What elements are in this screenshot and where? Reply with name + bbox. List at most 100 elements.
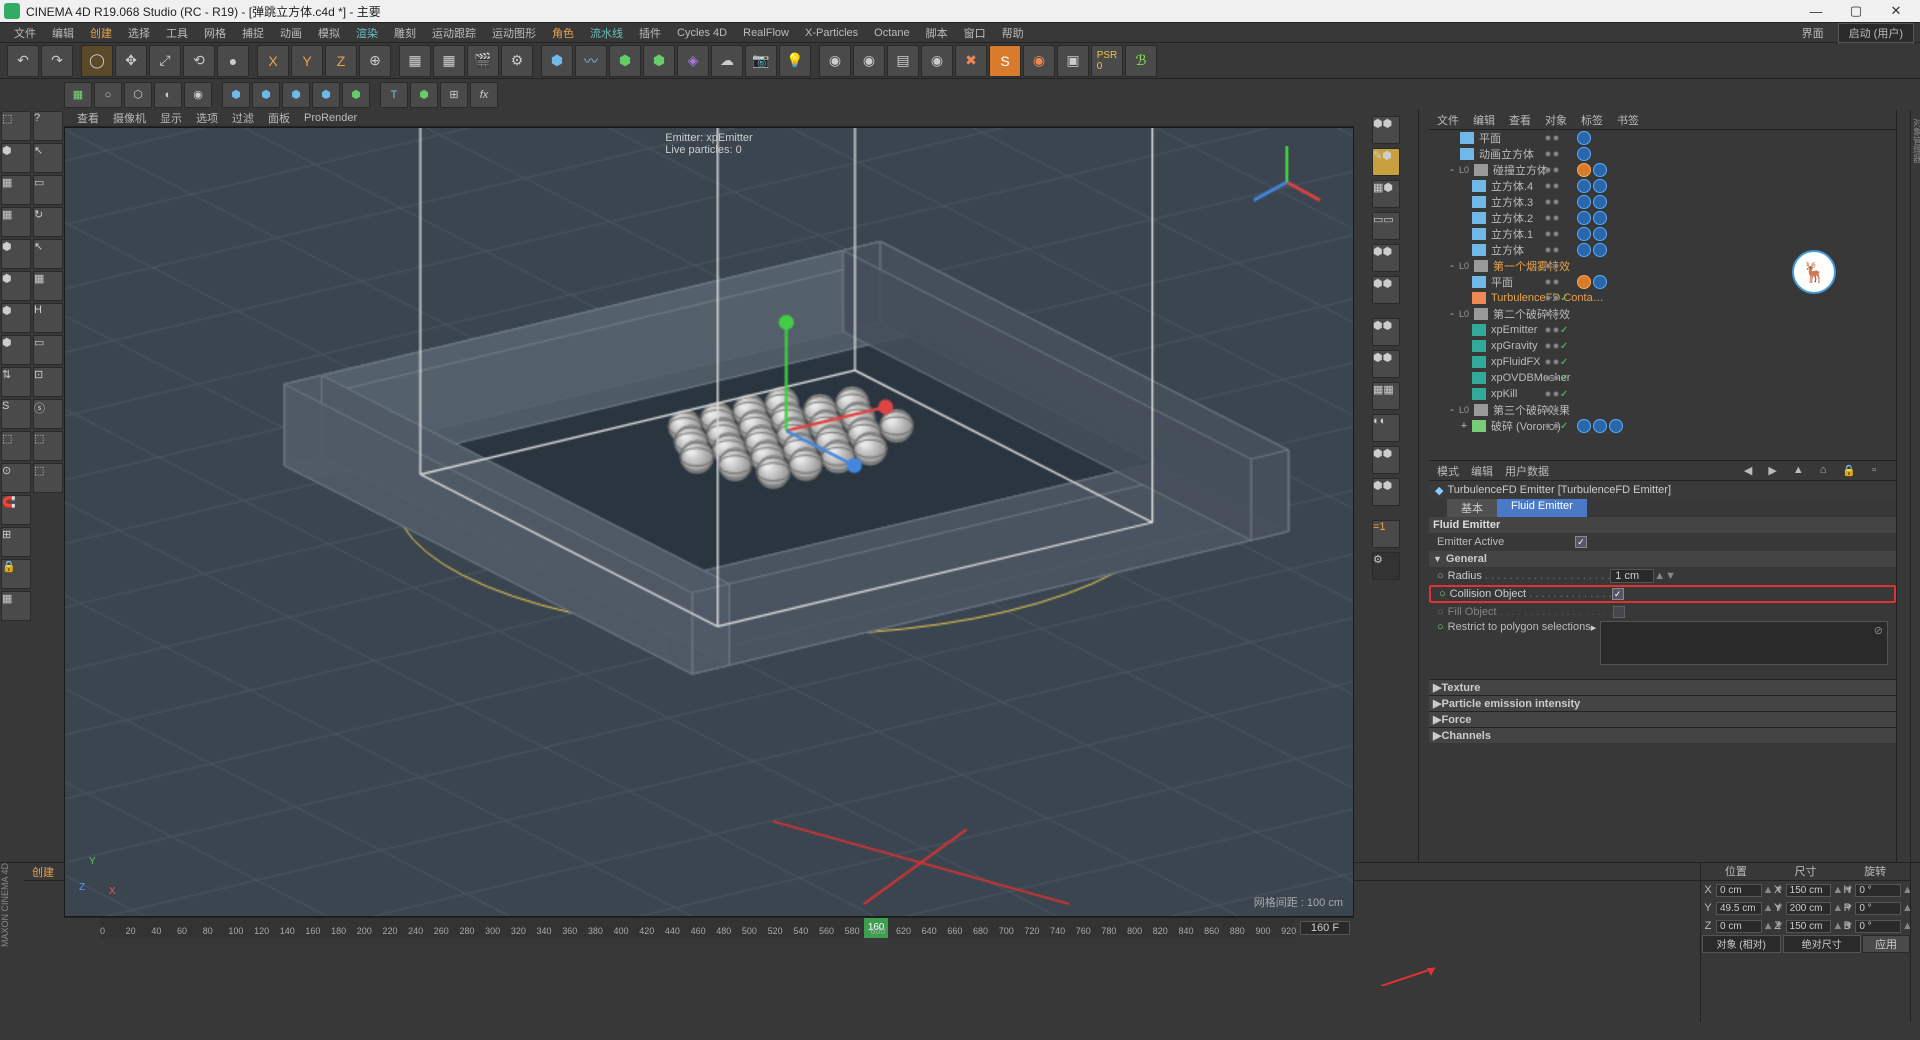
layout-dropdown[interactable]: 启动 (用户) — [1838, 23, 1914, 43]
object-tags[interactable] — [1577, 179, 1607, 193]
attr-nav-up-icon[interactable]: ▲ — [1793, 464, 1804, 477]
menu-动画[interactable]: 动画 — [272, 25, 310, 41]
visibility-dots[interactable] — [1544, 167, 1560, 173]
left-tool[interactable]: ⇅ — [1, 367, 31, 397]
visibility-dots[interactable]: ✓ — [1544, 325, 1568, 336]
menu-编辑[interactable]: 编辑 — [44, 25, 82, 41]
visibility-dots[interactable]: ✓ — [1544, 293, 1568, 304]
hierarchy-row[interactable]: -L0第三个破碎效果 — [1429, 402, 1896, 418]
coord-size-dropdown[interactable]: 绝对尺寸 — [1783, 935, 1862, 953]
left-tool[interactable]: ? — [33, 111, 63, 141]
hierarchy-row[interactable]: xpOVDBMesher✓ — [1429, 370, 1896, 386]
panel-scrollbar[interactable] — [1896, 110, 1910, 862]
restrict-arrow-icon[interactable]: ▸ — [1591, 621, 1597, 634]
right-tool[interactable]: ⬢⬢ — [1372, 446, 1400, 474]
left-tool[interactable]: ⬢ — [1, 335, 31, 365]
menu-雕刻[interactable]: 雕刻 — [386, 25, 424, 41]
menu-选择[interactable]: 选择 — [120, 25, 158, 41]
visibility-dots[interactable] — [1544, 151, 1560, 157]
hierarchy-row[interactable]: 立方体.4 — [1429, 178, 1896, 194]
attr-new-icon[interactable]: ▫ — [1872, 464, 1876, 477]
select-tool[interactable]: ◯ — [81, 45, 113, 77]
render-pv-button[interactable]: 🎬 — [467, 45, 499, 77]
mograph-tool-1[interactable]: ▦ — [64, 82, 92, 108]
environment-button[interactable]: ☁ — [711, 45, 743, 77]
hierarchy-row[interactable]: 动画立方体 — [1429, 146, 1896, 162]
hierarchy-row[interactable]: xpFluidFX✓ — [1429, 354, 1896, 370]
scale-tool[interactable]: ⤢ — [149, 45, 181, 77]
hierarchy-row[interactable]: 立方体.3 — [1429, 194, 1896, 210]
generator2-button[interactable]: ⬢ — [643, 45, 675, 77]
visibility-dots[interactable] — [1544, 279, 1560, 285]
camera-button[interactable]: 📷 — [745, 45, 777, 77]
menu-捕捉[interactable]: 捕捉 — [234, 25, 272, 41]
vp-menu-过滤[interactable]: 过滤 — [225, 110, 261, 126]
visibility-dots[interactable] — [1544, 231, 1560, 237]
left-tool[interactable]: S — [1, 399, 31, 429]
content-browser-button[interactable]: ℬ — [1125, 45, 1157, 77]
attr-userdata-menu[interactable]: 用户数据 — [1505, 463, 1549, 479]
right-tool[interactable]: ▭▭ — [1372, 212, 1400, 240]
left-tool[interactable]: ⬢ — [1, 271, 31, 301]
render-view-button[interactable]: ▦ — [399, 45, 431, 77]
menu-窗口[interactable]: 窗口 — [956, 25, 994, 41]
mograph-tool-2[interactable]: ○ — [94, 82, 122, 108]
left-tool[interactable]: ▭ — [33, 335, 63, 365]
right-tool[interactable]: ⚙ — [1372, 552, 1400, 580]
attr-nav-fwd-icon[interactable]: ▶ — [1768, 464, 1776, 477]
vp-menu-查看[interactable]: 查看 — [70, 110, 106, 126]
right-tool[interactable]: ✎⬢ — [1372, 148, 1400, 176]
coord-pos-input[interactable]: 49.5 cm — [1716, 902, 1762, 915]
menu-流水线[interactable]: 流水线 — [582, 25, 631, 41]
menu-渲染[interactable]: 渲染 — [348, 25, 386, 41]
generator-button[interactable]: ⬢ — [609, 45, 641, 77]
visibility-dots[interactable]: ✓ — [1544, 421, 1568, 432]
object-tags[interactable] — [1577, 147, 1591, 161]
left-tool[interactable]: 🔒 — [1, 559, 31, 589]
left-tool[interactable]: ⬚ — [1, 111, 31, 141]
menu-角色[interactable]: 角色 — [544, 25, 582, 41]
text-tool[interactable]: T — [380, 82, 408, 108]
close-button[interactable]: ✕ — [1876, 0, 1916, 22]
left-tool[interactable]: ⊙ — [1, 463, 31, 493]
xp-system2-button[interactable]: S — [989, 45, 1021, 77]
hierarchy-row[interactable]: 立方体.1 — [1429, 226, 1896, 242]
left-tool[interactable]: ⓢ — [33, 399, 63, 429]
object-tags[interactable] — [1577, 195, 1607, 209]
om-menu-书签[interactable]: 书签 — [1617, 112, 1639, 128]
right-tool[interactable]: ⬢⬢ — [1372, 116, 1400, 144]
left-tool[interactable]: ▦ — [1, 175, 31, 205]
section-general[interactable]: ▼General — [1429, 551, 1896, 567]
left-tool[interactable]: ⬢ — [1, 143, 31, 173]
radius-input[interactable]: 1 cm — [1610, 569, 1654, 583]
right-tool[interactable]: ⬢⬢ — [1372, 244, 1400, 272]
menu-Cycles 4D[interactable]: Cycles 4D — [669, 27, 735, 39]
left-tool[interactable]: 🧲 — [1, 495, 31, 525]
left-tool[interactable]: ⊡ — [33, 367, 63, 397]
hierarchy-row[interactable]: xpGravity✓ — [1429, 338, 1896, 354]
axis-x-button[interactable]: X — [257, 45, 289, 77]
xp-mod-button[interactable]: ✖ — [955, 45, 987, 77]
tab-fluid-emitter[interactable]: Fluid Emitter — [1497, 499, 1587, 517]
effector-2[interactable]: ⬢ — [252, 82, 280, 108]
section-force[interactable]: ▶Force — [1429, 711, 1896, 727]
vp-menu-摄像机[interactable]: 摄像机 — [106, 110, 153, 126]
left-tool[interactable]: ⬢ — [1, 303, 31, 333]
visibility-dots[interactable] — [1544, 215, 1560, 221]
section-particle-emission[interactable]: ▶Particle emission intensity — [1429, 695, 1896, 711]
menu-运动跟踪[interactable]: 运动跟踪 — [424, 25, 484, 41]
left-tool[interactable]: ⬚ — [1, 431, 31, 461]
visibility-dots[interactable] — [1544, 407, 1560, 413]
visibility-dots[interactable]: ✓ — [1544, 389, 1568, 400]
left-tool[interactable]: ⬢ — [1, 239, 31, 269]
hierarchy-row[interactable]: 立方体 — [1429, 242, 1896, 258]
hierarchy-row[interactable]: xpEmitter✓ — [1429, 322, 1896, 338]
hierarchy-row[interactable]: +破碎 (Voronoi)✓ — [1429, 418, 1896, 434]
om-menu-查看[interactable]: 查看 — [1509, 112, 1531, 128]
left-tool[interactable]: H — [33, 303, 63, 333]
left-tool[interactable]: ▦ — [1, 207, 31, 237]
right-tool[interactable]: ⬢⬢ — [1372, 478, 1400, 506]
tab-basic[interactable]: 基本 — [1447, 499, 1497, 517]
menu-Octane[interactable]: Octane — [866, 27, 917, 39]
coord-pos-input[interactable]: 0 cm — [1716, 920, 1762, 933]
